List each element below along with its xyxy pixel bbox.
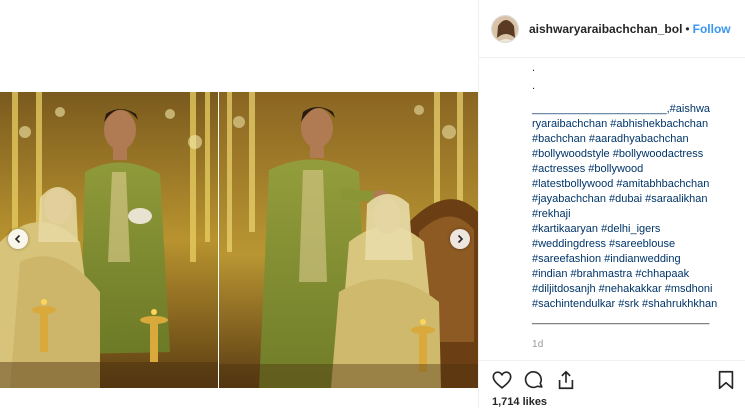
caption-line[interactable]: #latestbollywood #amitabhbachchan bbox=[532, 177, 735, 192]
caption-line: _____________________________ bbox=[532, 313, 710, 325]
caption-line[interactable]: #sareefashion #indianwedding bbox=[532, 252, 735, 267]
post-caption: . . ______________________,#aishwa ryara… bbox=[479, 58, 745, 360]
comment-icon[interactable] bbox=[523, 369, 545, 391]
chevron-left-icon bbox=[14, 234, 21, 244]
caption-line[interactable]: #jayabachchan #dubai #saraalikhan bbox=[532, 192, 735, 207]
caption-line[interactable]: #sachintendulkar #srk #shahrukhkhan bbox=[532, 297, 735, 312]
chevron-right-icon bbox=[457, 234, 464, 244]
carousel-prev-button[interactable] bbox=[8, 229, 28, 249]
post-timestamp[interactable]: 1d bbox=[532, 339, 735, 350]
caption-dot: . bbox=[532, 80, 536, 92]
bookmark-icon[interactable] bbox=[715, 369, 737, 391]
caption-dot: . bbox=[532, 62, 536, 74]
carousel-next-button[interactable] bbox=[450, 229, 470, 249]
caption-line[interactable]: ryaraibachchan #abhishekbachchan bbox=[532, 117, 735, 132]
like-count[interactable]: 1,714 likes bbox=[492, 396, 547, 408]
caption-line[interactable]: #indian #brahmastra #chhapaak bbox=[532, 267, 735, 282]
caption-line[interactable]: #bollywoodstyle #bollywoodactress bbox=[532, 147, 735, 162]
caption-line[interactable]: #weddingdress #sareeblouse bbox=[532, 237, 735, 252]
caption-line[interactable]: #rekhaji bbox=[532, 207, 735, 222]
share-icon[interactable] bbox=[555, 369, 577, 391]
follow-button[interactable]: Follow bbox=[693, 22, 731, 36]
heart-icon[interactable] bbox=[491, 369, 513, 391]
username-link[interactable]: aishwaryaraibachchan_bol bbox=[529, 22, 682, 36]
avatar[interactable] bbox=[491, 14, 519, 43]
caption-line[interactable]: #kartikaaryan #delhi_igers bbox=[532, 222, 735, 237]
post-photo-left bbox=[0, 92, 218, 388]
caption-line[interactable]: ______________________,#aishwa bbox=[532, 102, 735, 117]
post-header: aishwaryaraibachchan_bol • Follow bbox=[479, 0, 745, 58]
hashtag-list: ______________________,#aishwa ryaraibac… bbox=[532, 102, 735, 327]
header-separator: • bbox=[685, 21, 690, 36]
caption-line[interactable]: #actresses #bollywood bbox=[532, 162, 735, 177]
caption-line[interactable]: #bachchan #aaradhyabachchan bbox=[532, 132, 735, 147]
caption-line[interactable]: #diljitdosanjh #nehakakkar #msdhoni bbox=[532, 282, 735, 297]
post-sidebar: aishwaryaraibachchan_bol • Follow . . __… bbox=[478, 0, 745, 408]
post-actions: 1,714 likes bbox=[479, 360, 745, 408]
post-media[interactable] bbox=[0, 0, 478, 408]
post-photo-right bbox=[219, 92, 478, 388]
